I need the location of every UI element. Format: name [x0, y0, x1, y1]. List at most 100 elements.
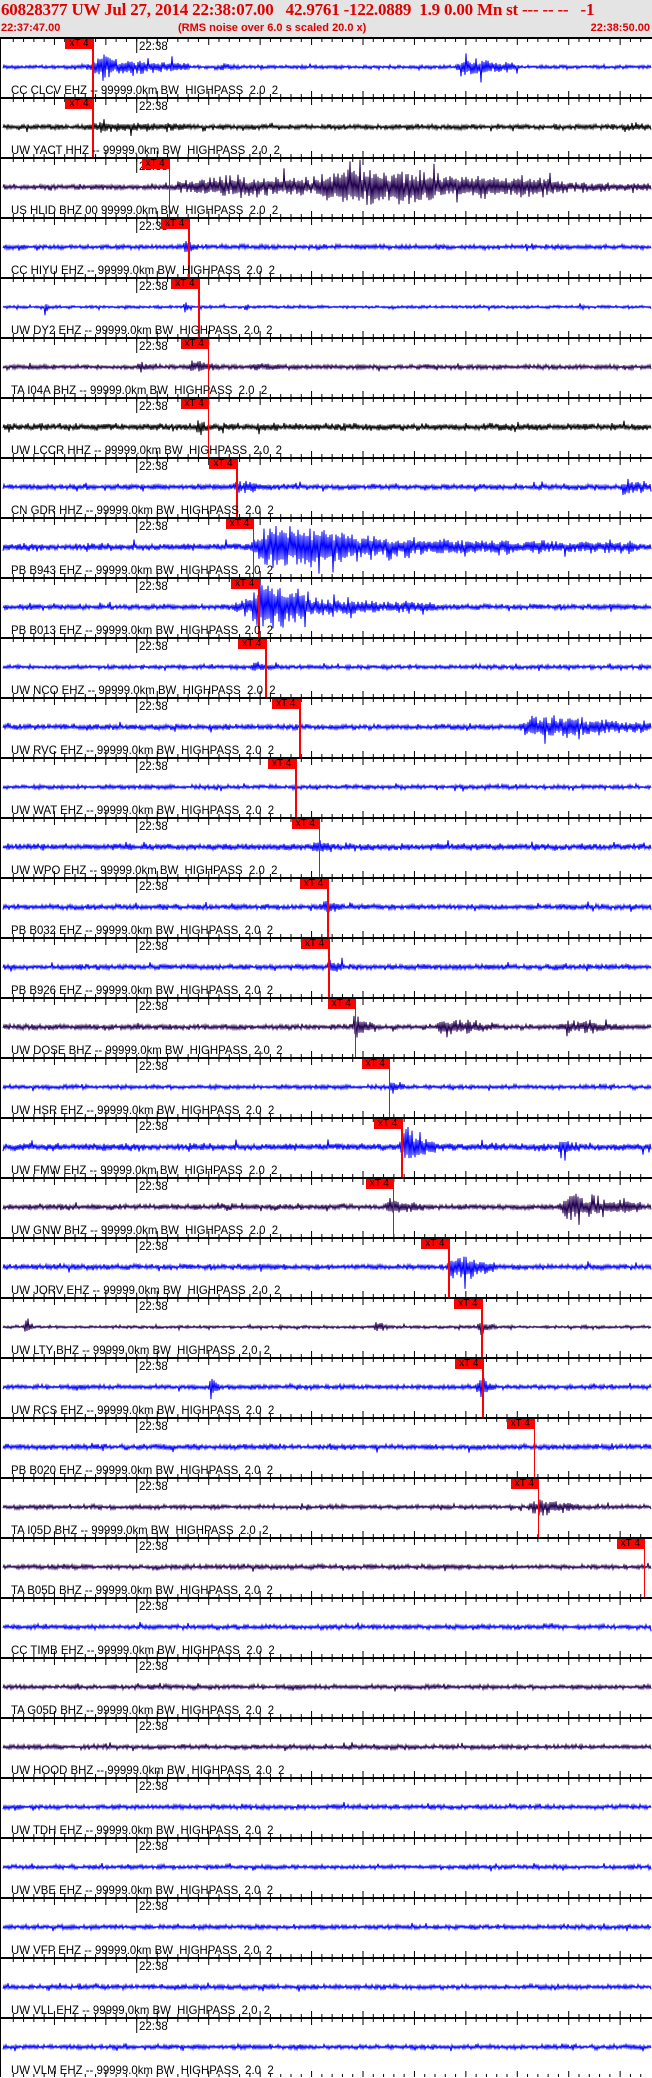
trace-label: UW DOSE BHZ -- 99999.0km BW HIGHPASS 2.0…	[11, 1043, 283, 1057]
pick-marker[interactable]: xT 4	[455, 1359, 483, 1369]
minute-label: 22:38	[139, 1301, 168, 1313]
minute-label: 22:38	[139, 1121, 168, 1133]
minute-label: 22:38	[139, 281, 168, 293]
trace-label: UW FMW EHZ -- 99999.0km BW HIGHPASS 2.0 …	[11, 1163, 278, 1177]
minute-label: 22:38	[139, 1181, 168, 1193]
pick-marker[interactable]: xT 4	[506, 1419, 534, 1429]
trace-panel: 22:38 xT 4 UW DOSE BHZ -- 99999.0km BW HIG…	[0, 997, 652, 1059]
minute-label: 22:38	[139, 1541, 168, 1553]
pick-marker[interactable]: xT 4	[209, 459, 237, 469]
pick-marker[interactable]: xT 4	[374, 1119, 402, 1129]
pick-marker[interactable]: xT 4	[327, 999, 355, 1009]
trace-label: TA G05D BHZ -- 99999.0km BW HIGHPASS 2.0…	[11, 1703, 275, 1717]
minute-label: 22:38	[139, 101, 168, 113]
pick-marker[interactable]: xT 4	[231, 579, 259, 589]
pick-marker[interactable]: xT 4	[272, 699, 300, 709]
pick-marker[interactable]: xT 4	[361, 1059, 389, 1069]
trace-panel: 22:38 UW VLM EHZ -- 99999.0km BW HIGHPASS…	[0, 2017, 652, 2077]
trace-label: UW TDH EHZ -- 99999.0km BW HIGHPASS 2.0 …	[11, 1823, 274, 1837]
waveform	[2, 1982, 652, 1992]
pick-marker[interactable]: xT 4	[301, 939, 329, 949]
pick-marker[interactable]: xT 4	[65, 99, 93, 109]
minute-label: 22:38	[139, 401, 168, 413]
minute-label: 22:38	[139, 1961, 168, 1973]
trace-label: TA I04A BHZ -- 99999.0km BW HIGHPASS 2.0…	[11, 383, 268, 397]
pick-marker[interactable]: xT 4	[454, 1299, 482, 1309]
trace-label: UW HSR EHZ -- 99999.0km BW HIGHPASS 2.0 …	[11, 1103, 275, 1117]
trace-panel: 22:38 xT 4 PB B926 EHZ -- 99999.0km BW HIG…	[0, 937, 652, 999]
pick-marker[interactable]: xT 4	[180, 399, 208, 409]
trace-panel: 22:38 xT 4 UW DY2 EHZ -- 99999.0km BW HIGH…	[0, 277, 652, 339]
waveform	[2, 1499, 652, 1516]
pick-marker[interactable]: xT 4	[268, 759, 296, 769]
trace-panel: 22:38 xT 4 CN GDR HHZ -- 99999.0km BW HIGH…	[0, 457, 652, 519]
pick-line	[392, 1179, 395, 1239]
pick-marker[interactable]: xT 4	[238, 639, 266, 649]
minute-label: 22:38	[139, 2021, 168, 2033]
trace-panel: 22:38 TA G05D BHZ -- 99999.0km BW HIGHPAS…	[0, 1657, 652, 1717]
pick-marker[interactable]: xT 4	[300, 879, 327, 889]
rms-note: (RMS noise over 6.0 s scaled 20.0 x)	[178, 22, 367, 34]
minute-label: 22:38	[139, 1421, 168, 1433]
trace-panel: 22:38xT 4US HLID BHZ 00 99999.0km BW HIG…	[0, 157, 652, 219]
trace-panel: 22:38 xT 4 UW YACT HHZ -- 99999.0km BW HIG…	[0, 97, 652, 159]
trace-panel: 22:38 UW TDH EHZ -- 99999.0km BW HIGHPASS…	[0, 1777, 652, 1837]
trace-panel: 22:38 UW VLL EHZ -- 99999.0km BW HIGHPASS…	[0, 1957, 652, 2017]
pick-marker[interactable]: xT 4	[291, 819, 319, 829]
minute-label: 22:38	[139, 1601, 168, 1613]
pick-marker[interactable]: xT 4	[421, 1239, 449, 1249]
pick-marker[interactable]: xT 4	[161, 219, 189, 229]
trace-panel: 22:38 xT 4 TA I04A BHZ -- 99999.0km BW HIG…	[0, 337, 652, 399]
trace-label: UW VLL EHZ -- 99999.0km BW HIGHPASS 2.0 …	[11, 2003, 271, 2017]
pick-marker[interactable]: xT 4	[180, 339, 208, 349]
waveform	[2, 1922, 652, 1932]
trace-panel: 22:38 xT 4 CC HIYU EHZ -- 99999.0km BW HIG…	[0, 217, 652, 279]
pick-line	[295, 759, 297, 819]
trace-panel: 22:38 xT 4 UW WPO EHZ -- 99999.0km BW HIGH…	[0, 817, 652, 879]
trace-panel: 22:38 xT 4 PB B032 EHZ -- 99999.0km BW HIG…	[0, 877, 652, 939]
minute-label: 22:38	[139, 581, 168, 593]
pick-line	[448, 1239, 450, 1299]
pick-marker[interactable]: xT 4	[171, 279, 199, 289]
trace-label: UW RVC EHZ -- 99999.0km BW HIGHPASS 2.0 …	[11, 743, 275, 757]
minute-label: 22:38	[139, 1061, 168, 1073]
waveform	[2, 1193, 652, 1225]
minute-label: 22:38	[139, 1481, 168, 1493]
trace-panel: 22:38 xT 4 UW HSR EHZ -- 99999.0km BW HIGH…	[0, 1057, 652, 1119]
minute-label: 22:38	[139, 461, 168, 473]
trace-label: TA I05D BHZ -- 99999.0km BW HIGHPASS 2.0…	[11, 1523, 269, 1537]
pick-line	[482, 1359, 484, 1419]
pick-marker[interactable]: xT 4	[65, 39, 93, 49]
minute-label: 22:38	[139, 1361, 168, 1373]
minute-label: 22:38	[139, 1661, 168, 1673]
pick-line	[401, 1119, 403, 1179]
waveform	[2, 420, 652, 436]
pick-marker[interactable]: xT 4	[225, 519, 253, 529]
waveform	[2, 2042, 652, 2052]
trace-label: CC HIYU EHZ -- 99999.0km BW HIGHPASS 2.0…	[11, 263, 275, 277]
waveform	[2, 302, 652, 316]
trace-label: CN GDR HHZ -- 99999.0km BW HIGHPASS 2.0 …	[11, 503, 274, 517]
waveform	[2, 53, 652, 83]
minute-label: 22:38	[139, 821, 168, 833]
pick-line	[354, 999, 357, 1059]
trace-label: US HLID BHZ 00 99999.0km BW HIGHPASS 2.0…	[11, 203, 279, 217]
pick-marker[interactable]: xT 4	[510, 1479, 538, 1489]
trace-panel: 22:38 UW VBE EHZ -- 99999.0km BW HIGHPASS…	[0, 1837, 652, 1897]
pick-marker[interactable]: xT 4	[141, 159, 169, 169]
minute-label: 22:38	[139, 521, 168, 533]
pick-marker[interactable]: xT 4	[365, 1179, 393, 1189]
trace-panel: 22:38 xT 4 UW NCO EHZ -- 99999.0km BW HIGH…	[0, 637, 652, 699]
minute-label: 22:38	[139, 701, 168, 713]
pick-line	[643, 1539, 646, 1599]
trace-panel: 22:38 xT 4 TA B05D BHZ -- 99999.0km BW HIG…	[0, 1537, 652, 1599]
pick-marker[interactable]: xT 4	[616, 1539, 644, 1549]
waveform	[2, 1562, 652, 1572]
waveform	[2, 661, 652, 672]
trace-panel: 22:38 xT 4 PB B020 EHZ -- 99999.0km BW HIG…	[0, 1417, 652, 1479]
pick-line	[318, 819, 321, 879]
pick-line	[533, 1419, 536, 1479]
waveform	[2, 478, 652, 495]
trace-panel: 22:38 xT 4 UW RCS EHZ -- 99999.0km BW HIGH…	[0, 1357, 652, 1419]
trace-label: UW JORV EHZ -- 99999.0km BW HIGHPASS 2.0…	[11, 1283, 281, 1297]
